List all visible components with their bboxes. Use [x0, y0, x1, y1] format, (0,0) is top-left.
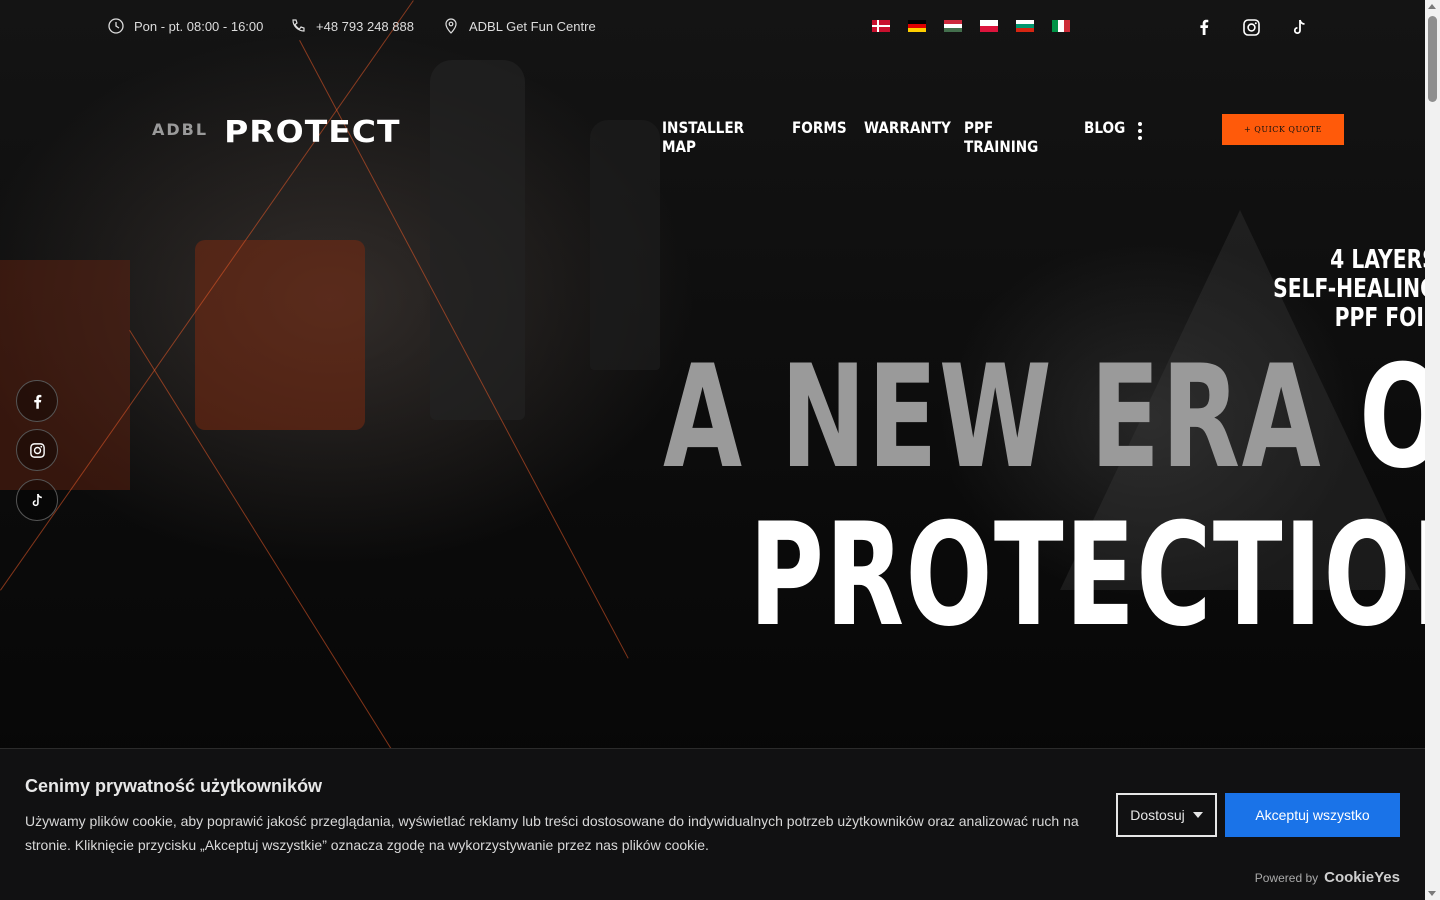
instagram-icon[interactable] [16, 429, 58, 471]
opening-hours: Pon - pt. 08:00 - 16:00 [108, 18, 263, 34]
flag-de-icon[interactable] [908, 20, 926, 32]
cookieyes-logo[interactable]: CookieYes [1324, 869, 1400, 886]
product-image-bottle-small [590, 120, 660, 370]
location-link[interactable]: ADBL Get Fun Centre [443, 18, 596, 34]
tagline-line-3: PPF FOIL [1334, 303, 1425, 333]
hero-tagline: 4 LAYERS SELF-HEALING PPF FOIL [1273, 246, 1425, 333]
flag-it-icon[interactable] [1052, 20, 1070, 32]
product-image-bottle [430, 60, 525, 420]
nav-item-warranty[interactable]: WARRANTY [864, 118, 951, 156]
tiktok-icon[interactable] [16, 479, 58, 521]
facebook-icon[interactable] [16, 380, 58, 422]
hero-headline-line-2: PROTECTION [749, 493, 1425, 658]
location-text: ADBL Get Fun Centre [469, 18, 596, 34]
tagline-line-2: SELF-HEALING [1273, 274, 1425, 304]
headline-white-text: OF [1359, 335, 1425, 500]
flag-pl-icon[interactable] [980, 20, 998, 32]
scroll-down-icon[interactable] [1428, 891, 1436, 896]
site-logo[interactable]: ADBL PROTECT [152, 112, 401, 151]
nav-item-installer-map[interactable]: INSTALLER MAP [662, 118, 752, 156]
language-flags [872, 20, 1070, 32]
phone-text: +48 793 248 888 [316, 18, 414, 34]
hero-headline-line-1: A NEW ERA OF [663, 338, 1425, 498]
logo-protect: PROTECT [224, 113, 401, 150]
powered-by-label: Powered by [1254, 871, 1319, 885]
tiktok-icon[interactable] [1288, 16, 1310, 38]
powered-by: Powered by CookieYes [1255, 869, 1400, 886]
product-image-applicator [195, 240, 365, 430]
flag-dk-icon[interactable] [872, 20, 890, 32]
headline-grey-text: A NEW ERA [663, 335, 1323, 500]
more-vertical-icon[interactable] [1138, 122, 1142, 140]
page-scrollbar[interactable] [1425, 0, 1440, 900]
customize-button[interactable]: Dostosuj [1116, 793, 1217, 837]
top-bar: Pon - pt. 08:00 - 16:00 +48 793 248 888 … [0, 0, 1425, 54]
nav-item-ppf-training[interactable]: PPF TRAINING [964, 118, 1046, 156]
instagram-icon[interactable] [1240, 16, 1262, 38]
accept-all-button[interactable]: Akceptuj wszystko [1225, 793, 1400, 837]
opening-hours-text: Pon - pt. 08:00 - 16:00 [134, 18, 264, 34]
nav-item-blog[interactable]: BLOG [1084, 118, 1125, 156]
cookie-description: Używamy plików cookie, aby poprawić jako… [25, 813, 1079, 853]
phone-icon [292, 19, 305, 32]
nav-item-forms[interactable]: FORMS [792, 118, 847, 156]
scrollbar-thumb[interactable] [1428, 16, 1437, 102]
facebook-icon[interactable] [1193, 16, 1215, 38]
flag-bg-icon[interactable] [1016, 20, 1034, 32]
cookie-banner: Cenimy prywatność użytkowników Używamy p… [0, 748, 1425, 900]
quick-quote-button[interactable]: + QUICK QUOTE [1222, 114, 1344, 145]
hero-section: Pon - pt. 08:00 - 16:00 +48 793 248 888 … [0, 0, 1425, 900]
phone-link[interactable]: +48 793 248 888 [290, 18, 414, 34]
cookie-title: Cenimy prywatność użytkowników [25, 776, 323, 796]
flag-hu-icon[interactable] [944, 20, 962, 32]
map-pin-icon [445, 18, 457, 34]
clock-icon [108, 18, 124, 34]
tagline-line-1: 4 LAYERS [1330, 245, 1425, 275]
logo-adbl: ADBL [152, 120, 209, 139]
main-nav: INSTALLER MAP FORMS WARRANTY PPF TRAININ… [662, 118, 1125, 156]
customize-label: Dostosuj [1130, 807, 1185, 823]
caret-down-icon [1192, 812, 1203, 818]
scroll-up-icon[interactable] [1428, 4, 1436, 9]
